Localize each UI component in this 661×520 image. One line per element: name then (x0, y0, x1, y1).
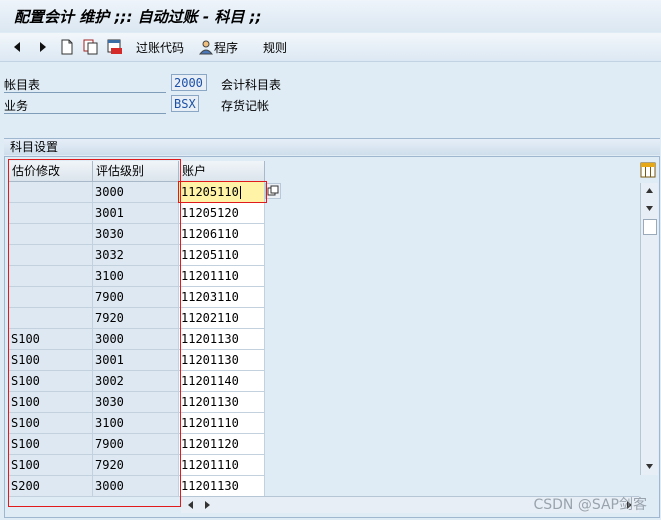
coa-description: 会计科目表 (221, 78, 282, 92)
valuation-modif-cell[interactable] (9, 287, 93, 308)
valuation-class-cell[interactable]: 7920 (93, 308, 179, 329)
valuation-class-cell[interactable]: 3001 (93, 203, 179, 224)
valuation-class-cell[interactable]: 3002 (93, 371, 179, 392)
window-title: 配置会计 维护 ;;: 自动过账 - 科目 ;; (14, 8, 262, 26)
column-header-valuation-modif[interactable]: 估价修改 (9, 161, 93, 182)
valuation-class-cell[interactable]: 7900 (93, 434, 179, 455)
column-header-account[interactable]: 账户 (179, 161, 265, 182)
valuation-class-cell[interactable]: 7900 (93, 287, 179, 308)
triangle-left-icon (14, 42, 20, 52)
valuation-class-cell[interactable]: 3030 (93, 392, 179, 413)
rules-label: 规则 (263, 40, 288, 55)
valuation-class-cell[interactable]: 3100 (93, 266, 179, 287)
valuation-modif-cell[interactable]: S100 (9, 392, 93, 413)
valuation-modif-cell[interactable]: S100 (9, 350, 93, 371)
valuation-modif-cell[interactable]: S100 (9, 455, 93, 476)
new-document-icon (61, 39, 73, 55)
title-bar: 配置会计 维护 ;;: 自动过账 - 科目 ;; (0, 0, 661, 32)
valuation-class-cell[interactable]: 3001 (93, 350, 179, 371)
copy-icon (267, 185, 279, 196)
posting-key-label: 过账代码 (136, 40, 185, 55)
account-cell[interactable]: 11205110 (179, 182, 265, 203)
account-cell[interactable]: 11201130 (179, 476, 265, 497)
valuation-class-cell[interactable]: 7920 (93, 455, 179, 476)
transaction-label: 业务 (4, 99, 29, 113)
previous-entry-button[interactable] (12, 37, 22, 57)
copy-icon (83, 39, 98, 55)
scroll-down-icon (646, 206, 653, 211)
account-cell[interactable]: 11201110 (179, 266, 265, 287)
transaction-label-underline (4, 113, 166, 114)
valuation-modif-cell[interactable]: S100 (9, 434, 93, 455)
account-cell[interactable]: 11201130 (179, 392, 265, 413)
scroll-left-icon (188, 501, 193, 509)
transaction-field[interactable]: BSX (171, 95, 199, 112)
valuation-modif-cell[interactable] (9, 203, 93, 224)
copy-as-button[interactable] (83, 37, 99, 57)
vertical-scroll-thumb[interactable] (643, 219, 657, 235)
valuation-modif-cell[interactable]: S100 (9, 371, 93, 392)
transaction-description: 存货记帐 (221, 99, 270, 113)
valuation-modif-cell[interactable] (9, 308, 93, 329)
scroll-up-icon (646, 188, 653, 193)
valuation-class-cell[interactable]: 3000 (93, 329, 179, 350)
person-icon (198, 40, 214, 55)
application-toolbar: 过账代码 程序 规则 (0, 33, 661, 62)
account-cell[interactable]: 11205110 (179, 245, 265, 266)
valuation-modif-cell[interactable]: S200 (9, 476, 93, 497)
valuation-modif-cell[interactable] (9, 182, 93, 203)
account-cell[interactable]: 11201110 (179, 413, 265, 434)
rules-button[interactable]: 规则 (263, 37, 287, 57)
account-cell[interactable]: 11201130 (179, 350, 265, 371)
account-cell[interactable]: 11201110 (179, 455, 265, 476)
table-settings-icon (640, 162, 656, 178)
valuation-class-cell[interactable]: 3032 (93, 245, 179, 266)
coa-field[interactable]: 2000 (171, 74, 207, 91)
scroll-down-icon (646, 464, 653, 469)
watermark: CSDN @SAP剑客 (533, 497, 647, 513)
account-cell[interactable]: 11202110 (179, 308, 265, 329)
valuation-modif-cell[interactable] (9, 224, 93, 245)
account-cell[interactable]: 11201140 (179, 371, 265, 392)
column-header-valuation-class[interactable]: 评估级别 (93, 161, 179, 182)
delete-table-icon (107, 39, 122, 54)
procedures-label: 程序 (214, 40, 239, 55)
table-settings-button[interactable] (640, 162, 656, 178)
scroll-right-icon (205, 501, 210, 509)
valuation-modif-cell[interactable]: S100 (9, 329, 93, 350)
coa-label-underline (4, 92, 166, 93)
account-cell[interactable]: 11205120 (179, 203, 265, 224)
account-cell[interactable]: 11201120 (179, 434, 265, 455)
account-cell[interactable]: 11203110 (179, 287, 265, 308)
coa-label: 帐目表 (4, 78, 41, 92)
valuation-class-cell[interactable]: 3100 (93, 413, 179, 434)
valuation-class-cell[interactable]: 3000 (93, 182, 179, 203)
procedures-button[interactable]: 程序 (198, 37, 238, 57)
next-entry-button[interactable] (38, 37, 48, 57)
vertical-scrollbar[interactable] (640, 183, 658, 475)
details-button[interactable] (265, 183, 281, 199)
account-assignment-section-title: 科目设置 (4, 138, 660, 155)
posting-key-button[interactable]: 过账代码 (136, 37, 184, 57)
valuation-modif-cell[interactable] (9, 266, 93, 287)
valuation-class-cell[interactable]: 3030 (93, 224, 179, 245)
valuation-modif-cell[interactable]: S100 (9, 413, 93, 434)
text-cursor (239, 186, 241, 199)
triangle-right-icon (40, 42, 46, 52)
delete-button[interactable] (107, 37, 123, 57)
account-cell[interactable]: 11201130 (179, 329, 265, 350)
valuation-class-cell[interactable]: 3000 (93, 476, 179, 497)
valuation-modif-cell[interactable] (9, 245, 93, 266)
new-entries-button[interactable] (60, 37, 74, 57)
account-cell[interactable]: 11206110 (179, 224, 265, 245)
